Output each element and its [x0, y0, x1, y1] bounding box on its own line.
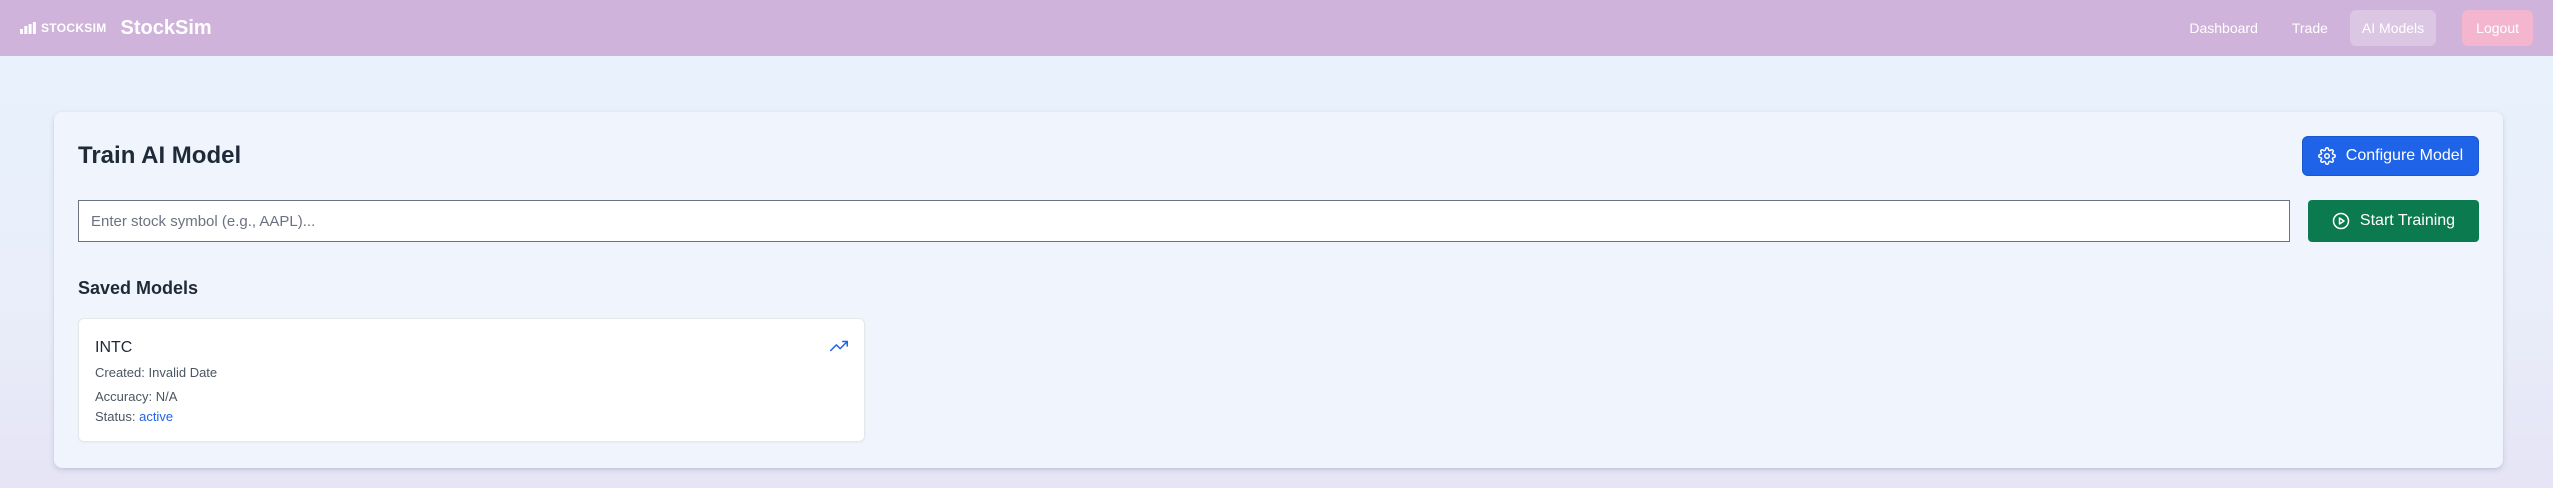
configure-model-button[interactable]: Configure Model [2302, 136, 2479, 176]
status-badge: active [139, 409, 174, 424]
created-label: Created: [95, 365, 145, 380]
nav-link-trade[interactable]: Trade [2280, 10, 2340, 46]
model-accuracy: Accuracy: N/A [95, 389, 177, 404]
model-created: Created: Invalid Date [95, 365, 217, 380]
model-symbol: INTC [95, 339, 133, 356]
brand-name: StockSim [120, 16, 212, 39]
logout-button[interactable]: Logout [2462, 10, 2533, 46]
model-status: Status: active [95, 409, 173, 424]
logo: STOCKSIM [20, 21, 107, 35]
created-value: Invalid Date [148, 365, 218, 380]
bar-chart-icon [20, 22, 36, 34]
nav-link-ai-models[interactable]: AI Models [2349, 10, 2437, 46]
start-training-label: Start Training [2359, 212, 2456, 229]
accuracy-value: N/A [155, 389, 178, 404]
train-model-panel: Train AI Model Configure Model Start Tra… [54, 112, 2503, 468]
top-navbar: STOCKSIM StockSim Dashboard Trade AI Mod… [0, 0, 2553, 56]
gear-icon [2317, 147, 2336, 165]
logo-text: STOCKSIM [41, 21, 107, 35]
start-training-button[interactable]: Start Training [2308, 200, 2479, 242]
trending-up-icon [830, 340, 848, 352]
saved-models-heading: Saved Models [78, 278, 199, 298]
status-label: Status: [95, 409, 136, 424]
brand[interactable]: STOCKSIM StockSim [20, 17, 212, 40]
configure-model-label: Configure Model [2345, 147, 2464, 164]
nav-links: Dashboard Trade AI Models Logout [2177, 10, 2533, 46]
page-title: Train AI Model [78, 142, 242, 169]
play-circle-icon [2332, 212, 2350, 230]
accuracy-label: Accuracy: [95, 389, 153, 404]
stock-symbol-input[interactable] [78, 200, 2290, 242]
nav-link-dashboard[interactable]: Dashboard [2177, 10, 2270, 46]
model-card[interactable]: INTC Created: Invalid Date Accuracy: N/A… [78, 318, 865, 442]
